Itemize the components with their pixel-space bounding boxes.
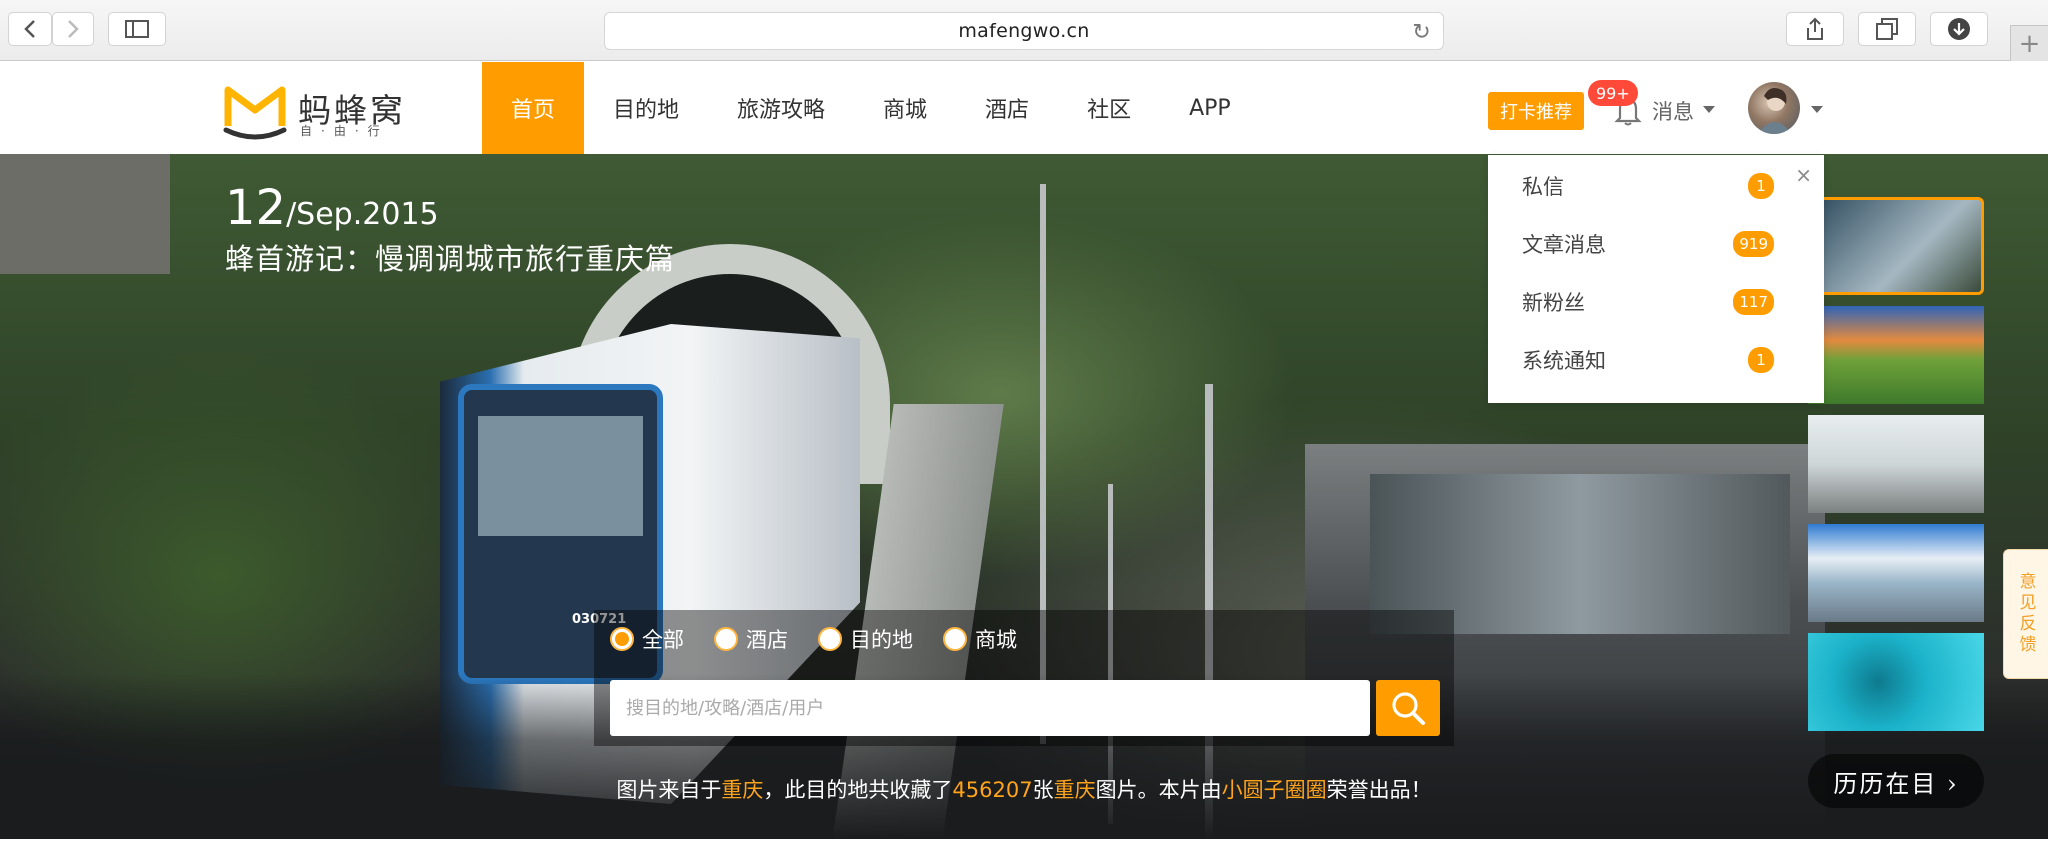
credit-suffix: 荣誉出品！ bbox=[1326, 778, 1432, 802]
credit-prefix: 图片来自于 bbox=[616, 778, 722, 802]
avatar[interactable] bbox=[1748, 82, 1800, 134]
radio-icon[interactable] bbox=[818, 627, 842, 651]
radio-icon[interactable] bbox=[714, 627, 738, 651]
checkin-recommend-button[interactable]: 打卡推荐 bbox=[1488, 92, 1584, 130]
hero-date-month-year: /Sep.2015 bbox=[286, 197, 439, 232]
credit-unit: 张 bbox=[1032, 778, 1054, 802]
dropdown-item-article-messages[interactable]: 文章消息 919 bbox=[1522, 229, 1774, 259]
radio-selected-icon[interactable] bbox=[610, 627, 634, 651]
close-icon[interactable]: × bbox=[1795, 163, 1812, 187]
credit-place2-link[interactable]: 重庆 bbox=[1054, 778, 1096, 802]
thumbnail-selected[interactable] bbox=[1808, 197, 1984, 295]
tabs-icon[interactable] bbox=[1858, 12, 1916, 46]
address-bar[interactable]: mafengwo.cn ↻ bbox=[604, 12, 1444, 50]
url-text: mafengwo.cn bbox=[958, 20, 1090, 42]
credit-middle2: 图片。本片由 bbox=[1095, 778, 1222, 802]
search-icon bbox=[1392, 692, 1425, 725]
download-icon[interactable] bbox=[1930, 12, 1988, 46]
new-tab-icon[interactable]: + bbox=[2010, 25, 2048, 61]
credit-place-link[interactable]: 重庆 bbox=[721, 778, 763, 802]
account-chevron-down-icon[interactable] bbox=[1811, 106, 1823, 113]
hero-date: 12/Sep.2015 bbox=[225, 180, 439, 236]
messages-menu[interactable]: 消息 bbox=[1652, 96, 1694, 126]
count-badge: 919 bbox=[1733, 231, 1774, 257]
nav-app[interactable]: APP bbox=[1160, 62, 1260, 154]
dropdown-item-label: 文章消息 bbox=[1522, 233, 1606, 257]
radio-icon[interactable] bbox=[943, 627, 967, 651]
search-option-label: 商城 bbox=[975, 628, 1017, 652]
search-type-options: 全部 酒店 目的地 商城 bbox=[610, 624, 1017, 654]
notification-badge: 99+ bbox=[1588, 80, 1638, 106]
dropdown-item-private-message[interactable]: 私信 1 bbox=[1522, 171, 1774, 201]
main-nav: 首页 目的地 旅游攻略 商城 酒店 社区 APP bbox=[482, 62, 1260, 154]
history-button[interactable]: 历历在目 › bbox=[1808, 754, 1984, 808]
search-option-hotel[interactable]: 酒店 bbox=[714, 624, 788, 654]
thumbnail[interactable] bbox=[1808, 415, 1984, 513]
search-button[interactable] bbox=[1376, 680, 1440, 736]
nav-destinations[interactable]: 目的地 bbox=[584, 62, 708, 154]
logo-icon bbox=[223, 86, 287, 140]
reload-icon[interactable]: ↻ bbox=[1412, 20, 1431, 45]
search-option-label: 全部 bbox=[642, 628, 684, 652]
credit-count-link[interactable]: 456207 bbox=[952, 778, 1032, 802]
back-icon[interactable] bbox=[8, 12, 52, 46]
count-badge: 117 bbox=[1733, 289, 1774, 315]
count-badge: 1 bbox=[1748, 173, 1774, 199]
search-panel: 全部 酒店 目的地 商城 bbox=[594, 610, 1454, 746]
search-option-label: 目的地 bbox=[850, 628, 913, 652]
nav-travel-guides[interactable]: 旅游攻略 bbox=[708, 62, 854, 154]
thumbnail[interactable] bbox=[1808, 633, 1984, 731]
hero-date-day: 12 bbox=[225, 180, 287, 236]
messages-dropdown: × 私信 1 文章消息 919 新粉丝 117 系统通知 1 bbox=[1488, 155, 1824, 403]
thumbnail[interactable] bbox=[1808, 306, 1984, 404]
hero-title-link[interactable]: 蜂首游记：慢调调城市旅行重庆篇 bbox=[225, 236, 675, 278]
thumbnail-strip bbox=[1808, 197, 1984, 742]
photo-credit: 图片来自于重庆，此目的地共收藏了456207张重庆图片。本片由小圆子圈圈荣誉出品… bbox=[594, 774, 1454, 804]
nav-mall[interactable]: 商城 bbox=[854, 62, 956, 154]
nav-home[interactable]: 首页 bbox=[482, 62, 584, 154]
forward-icon[interactable] bbox=[52, 12, 94, 46]
site-header: 蚂蜂窝 自·由·行 首页 目的地 旅游攻略 商城 酒店 社区 APP 打卡推荐 … bbox=[0, 62, 2048, 154]
browser-toolbar: mafengwo.cn ↻ + bbox=[0, 0, 2048, 61]
dropdown-item-system-notice[interactable]: 系统通知 1 bbox=[1522, 345, 1774, 375]
dropdown-item-new-followers[interactable]: 新粉丝 117 bbox=[1522, 287, 1774, 317]
feedback-tab[interactable]: 意见反馈 bbox=[2003, 549, 2048, 679]
search-option-mall[interactable]: 商城 bbox=[943, 624, 1017, 654]
sidebar-icon[interactable] bbox=[108, 12, 166, 46]
messages-chevron-down-icon[interactable] bbox=[1703, 106, 1715, 113]
search-option-label: 酒店 bbox=[746, 628, 788, 652]
search-input[interactable] bbox=[610, 680, 1370, 736]
credit-middle: ，此目的地共收藏了 bbox=[763, 778, 953, 802]
dropdown-item-label: 私信 bbox=[1522, 175, 1564, 199]
nav-hotels[interactable]: 酒店 bbox=[956, 62, 1058, 154]
logo-subtitle: 自·由·行 bbox=[300, 124, 389, 138]
hero-photo-building bbox=[0, 154, 170, 274]
credit-author-link[interactable]: 小圆子圈圈 bbox=[1222, 778, 1327, 802]
share-icon[interactable] bbox=[1786, 12, 1844, 46]
train-window bbox=[478, 416, 643, 536]
count-badge: 1 bbox=[1748, 347, 1774, 373]
dropdown-item-label: 新粉丝 bbox=[1522, 291, 1585, 315]
search-option-all[interactable]: 全部 bbox=[610, 624, 684, 654]
dropdown-item-label: 系统通知 bbox=[1522, 349, 1606, 373]
thumbnail[interactable] bbox=[1808, 524, 1984, 622]
nav-community[interactable]: 社区 bbox=[1058, 62, 1160, 154]
search-option-destination[interactable]: 目的地 bbox=[818, 624, 913, 654]
page-bottom bbox=[0, 839, 2048, 859]
logo[interactable]: 蚂蜂窝 自·由·行 bbox=[222, 82, 422, 140]
